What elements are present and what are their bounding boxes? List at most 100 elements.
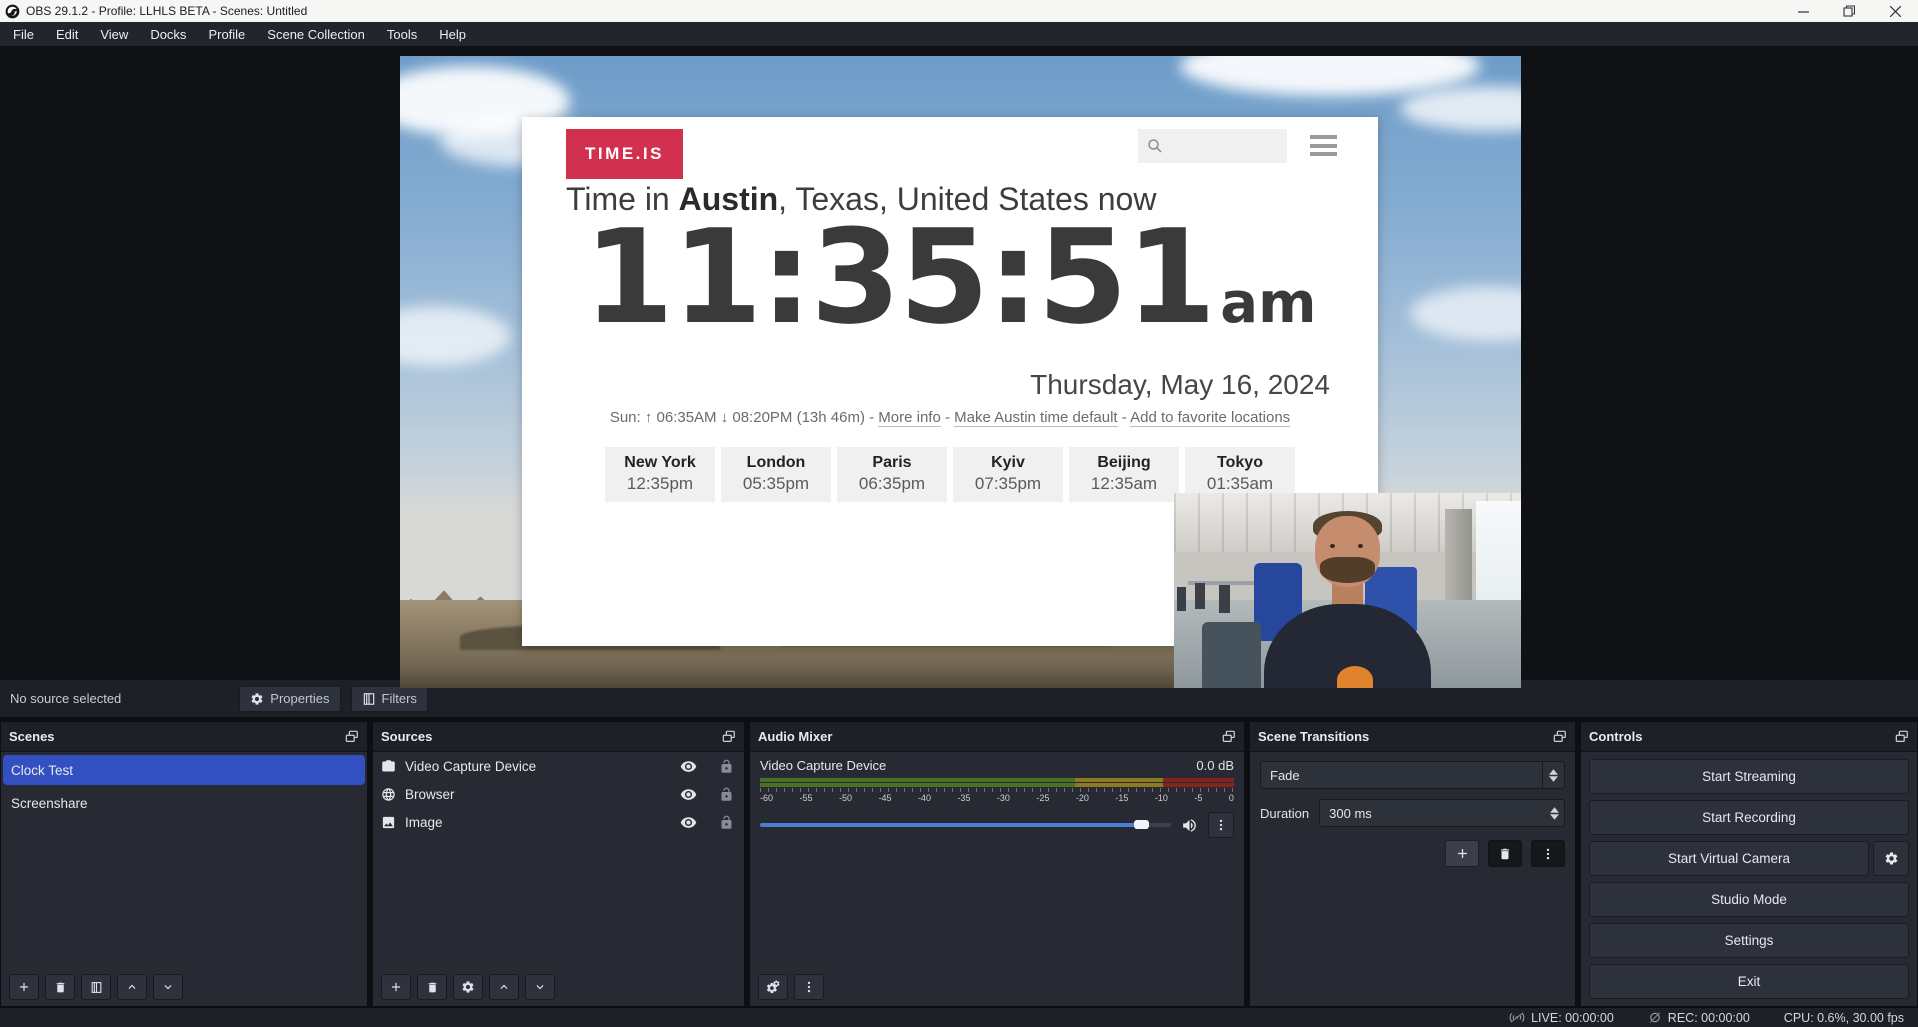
menu-view[interactable]: View [89,24,139,45]
virtual-camera-settings-button[interactable] [1873,841,1909,876]
menu-file[interactable]: File [2,24,45,45]
tick-label: -35 [957,793,970,803]
source-item-image[interactable]: Image [373,808,744,836]
advanced-audio-button[interactable] [758,974,788,1000]
sun-info-line: Sun: ↑ 06:35AM ↓ 08:20PM (13h 46m) - Mor… [522,409,1378,426]
move-scene-up-button[interactable] [117,974,147,1000]
scenes-list: Clock Test Screenshare [1,752,367,968]
source-status-label: No source selected [10,691,121,706]
settings-button[interactable]: Settings [1589,923,1909,958]
meter-bar [760,783,1234,787]
add-source-button[interactable] [381,974,411,1000]
city-time: 01:35am [1185,474,1295,494]
combo-arrows-icon[interactable] [1542,762,1564,788]
scene-transitions-header[interactable]: Scene Transitions [1250,722,1575,752]
city-card-kyiv: Kyiv 07:35pm [953,447,1063,502]
tick-label: -60 [760,793,773,803]
visibility-eye-icon[interactable] [680,758,697,775]
remove-scene-button[interactable] [45,974,75,1000]
popout-icon[interactable] [1895,730,1909,744]
meter-bar [760,778,1234,782]
start-recording-button[interactable]: Start Recording [1589,800,1909,835]
volume-slider[interactable] [760,823,1171,827]
mixer-options-button[interactable] [794,974,824,1000]
properties-button[interactable]: Properties [239,686,340,712]
duration-spinbox[interactable]: 300 ms [1319,799,1565,827]
popout-icon[interactable] [722,730,736,744]
program-canvas[interactable]: TIME.IS Time in Austin, Texas, United St… [400,56,1521,688]
transitions-body: Fade Duration 300 ms [1250,752,1575,1006]
channel-options-button[interactable] [1208,812,1234,838]
filters-button[interactable]: Filters [351,686,428,712]
menu-help[interactable]: Help [428,24,477,45]
menu-edit[interactable]: Edit [45,24,89,45]
close-button[interactable] [1872,0,1918,22]
menu-tools[interactable]: Tools [376,24,428,45]
tick-label: -15 [1115,793,1128,803]
volume-slider-handle[interactable] [1134,820,1149,829]
lock-icon[interactable] [719,759,734,774]
sources-header[interactable]: Sources [373,722,744,752]
start-streaming-button[interactable]: Start Streaming [1589,759,1909,794]
exit-button[interactable]: Exit [1589,964,1909,999]
tick-label: 0 [1229,793,1234,803]
menu-scene-collection[interactable]: Scene Collection [256,24,376,45]
audio-mixer-panel: Audio Mixer Video Capture Device 0.0 dB … [749,721,1245,1007]
minimize-button[interactable] [1780,0,1826,22]
menu-docks[interactable]: Docks [139,24,197,45]
controls-title: Controls [1589,729,1642,744]
scenes-panel: Scenes Clock Test Screenshare [0,721,368,1007]
visibility-eye-icon[interactable] [680,814,697,831]
menu-profile[interactable]: Profile [197,24,256,45]
transition-select[interactable]: Fade [1260,761,1565,789]
tick-label: -20 [1076,793,1089,803]
preview-area[interactable]: TIME.IS Time in Austin, Texas, United St… [0,46,1918,679]
tick-label: -40 [918,793,931,803]
mute-speaker-icon[interactable] [1181,817,1198,834]
scene-item-screenshare[interactable]: Screenshare [3,788,365,818]
scenes-header[interactable]: Scenes [1,722,367,752]
add-transition-button[interactable] [1445,840,1479,867]
lock-icon[interactable] [719,787,734,802]
webcam-person-eye [1330,544,1335,548]
spin-arrows-icon[interactable] [1544,807,1564,820]
restore-button[interactable] [1826,0,1872,22]
webcam-chair-back [1202,622,1261,688]
remove-source-button[interactable] [417,974,447,1000]
visibility-eye-icon[interactable] [680,786,697,803]
scenes-toolbar [1,968,367,1006]
remove-transition-button[interactable] [1488,840,1522,867]
timeis-clock-row: 11:35:51am [566,201,1334,353]
duration-label: Duration [1260,806,1309,821]
cloud [1400,86,1521,131]
studio-mode-button[interactable]: Studio Mode [1589,882,1909,917]
properties-label: Properties [270,691,329,706]
source-item-video-capture[interactable]: Video Capture Device [373,752,744,780]
source-properties-button[interactable] [453,974,483,1000]
controls-header[interactable]: Controls [1581,722,1917,752]
status-bar: LIVE: 00:00:00 REC: 00:00:00 CPU: 0.6%, … [0,1007,1918,1027]
add-scene-button[interactable] [9,974,39,1000]
move-source-down-button[interactable] [525,974,555,1000]
cloud [1410,286,1521,341]
transition-options-button[interactable] [1531,840,1565,867]
add-favorite-link: Add to favorite locations [1130,409,1290,427]
lock-icon[interactable] [719,815,734,830]
tick-label: -50 [839,793,852,803]
tick-label: -55 [799,793,812,803]
city-name: Kyiv [953,454,1063,472]
scene-item-clock-test[interactable]: Clock Test [3,755,365,785]
scene-filters-button[interactable] [81,974,111,1000]
popout-icon[interactable] [1222,730,1236,744]
start-virtual-camera-button[interactable]: Start Virtual Camera [1589,841,1869,876]
filter-icon [362,692,376,706]
audio-mixer-header[interactable]: Audio Mixer [750,722,1244,752]
move-source-up-button[interactable] [489,974,519,1000]
source-item-browser[interactable]: Browser [373,780,744,808]
meter-ticks [760,788,1234,792]
popout-icon[interactable] [345,730,359,744]
tick-label: -5 [1194,793,1202,803]
sun-times: Sun: ↑ 06:35AM ↓ 08:20PM (13h 46m) - [610,409,878,426]
popout-icon[interactable] [1553,730,1567,744]
move-scene-down-button[interactable] [153,974,183,1000]
